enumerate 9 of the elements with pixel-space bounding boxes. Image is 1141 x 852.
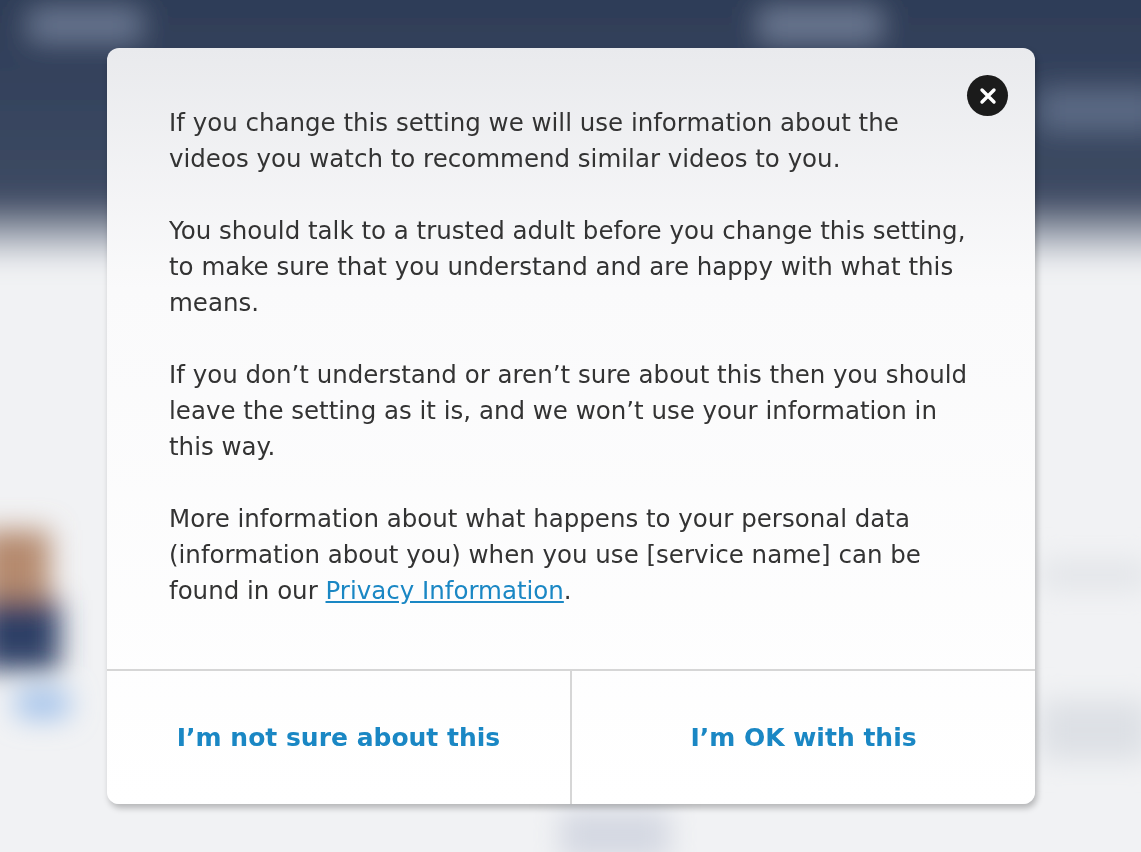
paragraph: More information about what happens to your personal data (information about you) when you use [service name] can be found in our Privacy Information. (169, 503, 922, 607)
close-button[interactable] (967, 75, 1008, 116)
close-icon (978, 86, 997, 105)
paragraph: You should talk to a trusted adult before you change this setting, to make sure that you understand and are happy with what this means. (169, 215, 967, 319)
privacy-link[interactable]: Privacy Information (325, 576, 564, 605)
paragraph: If you don’t understand or aren’t sure about this then you should leave the setting as it is, and we won’t use your information in this way. (169, 359, 969, 463)
choice-button[interactable]: I’m not sure about this (107, 671, 570, 804)
choice-button[interactable]: I’m OK with this (570, 671, 1035, 804)
paragraph: If you change this setting we will use information about the videos you watch to recommend similar videos to you. (169, 107, 900, 175)
